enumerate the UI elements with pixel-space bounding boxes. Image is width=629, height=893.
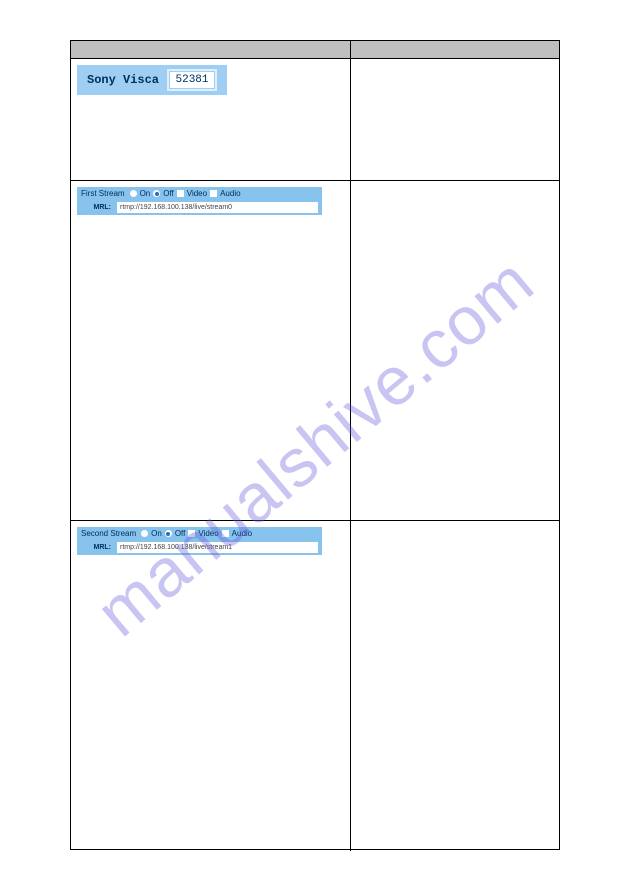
table-header-right <box>351 41 559 58</box>
first-stream-mrl-input[interactable]: rtmp://192.168.100.138/live/stream0 <box>117 202 318 213</box>
first-stream-on-label: On <box>140 189 151 198</box>
second-stream-audio-checkbox[interactable] <box>222 530 229 537</box>
second-stream-off-label: Off <box>175 529 186 538</box>
table-row: Second Stream On Off Video Audio MRL: rt… <box>71 521 559 851</box>
table-row: First Stream On Off Video Audio MRL: rtm… <box>71 181 559 521</box>
second-stream-mrl-input[interactable]: rtmp://192.168.100.138/live/stream1 <box>117 542 318 553</box>
table-header-left <box>71 41 351 58</box>
first-stream-off-radio[interactable] <box>153 190 160 197</box>
second-stream-panel: Second Stream On Off Video Audio MRL: rt… <box>77 527 322 555</box>
second-stream-audio-label: Audio <box>232 529 252 538</box>
second-stream-mrl-label: MRL: <box>81 544 111 551</box>
first-stream-mrl-row: MRL: rtmp://192.168.100.138/live/stream0 <box>77 200 322 215</box>
second-stream-title: Second Stream <box>81 529 136 538</box>
first-stream-header: First Stream On Off Video Audio <box>77 187 322 200</box>
first-stream-on-radio[interactable] <box>130 190 137 197</box>
second-stream-mrl-row: MRL: rtmp://192.168.100.138/live/stream1 <box>77 540 322 555</box>
table-header-row <box>71 41 559 59</box>
cell-first-stream: First Stream On Off Video Audio MRL: rtm… <box>71 181 351 520</box>
first-stream-audio-checkbox[interactable] <box>210 190 217 197</box>
second-stream-header: Second Stream On Off Video Audio <box>77 527 322 540</box>
page-table: Sony Visca 52381 First Stream On Off Vid… <box>70 40 560 850</box>
cell-sony-visca: Sony Visca 52381 <box>71 59 351 180</box>
first-stream-audio-label: Audio <box>220 189 240 198</box>
sony-visca-label: Sony Visca <box>87 73 159 87</box>
sony-visca-panel: Sony Visca 52381 <box>77 65 227 95</box>
first-stream-video-checkbox[interactable] <box>177 190 184 197</box>
cell-empty <box>351 181 559 520</box>
cell-empty <box>351 59 559 180</box>
second-stream-on-label: On <box>151 529 162 538</box>
first-stream-off-label: Off <box>163 189 174 198</box>
second-stream-video-label: Video <box>198 529 218 538</box>
first-stream-video-label: Video <box>187 189 207 198</box>
first-stream-title: First Stream <box>81 189 125 198</box>
second-stream-video-checkbox[interactable] <box>188 530 195 537</box>
first-stream-panel: First Stream On Off Video Audio MRL: rtm… <box>77 187 322 215</box>
table-row: Sony Visca 52381 <box>71 59 559 181</box>
second-stream-on-radio[interactable] <box>141 530 148 537</box>
first-stream-mrl-label: MRL: <box>81 204 111 211</box>
sony-visca-port-input[interactable]: 52381 <box>169 71 215 89</box>
cell-second-stream: Second Stream On Off Video Audio MRL: rt… <box>71 521 351 851</box>
cell-empty <box>351 521 559 851</box>
second-stream-off-radio[interactable] <box>165 530 172 537</box>
